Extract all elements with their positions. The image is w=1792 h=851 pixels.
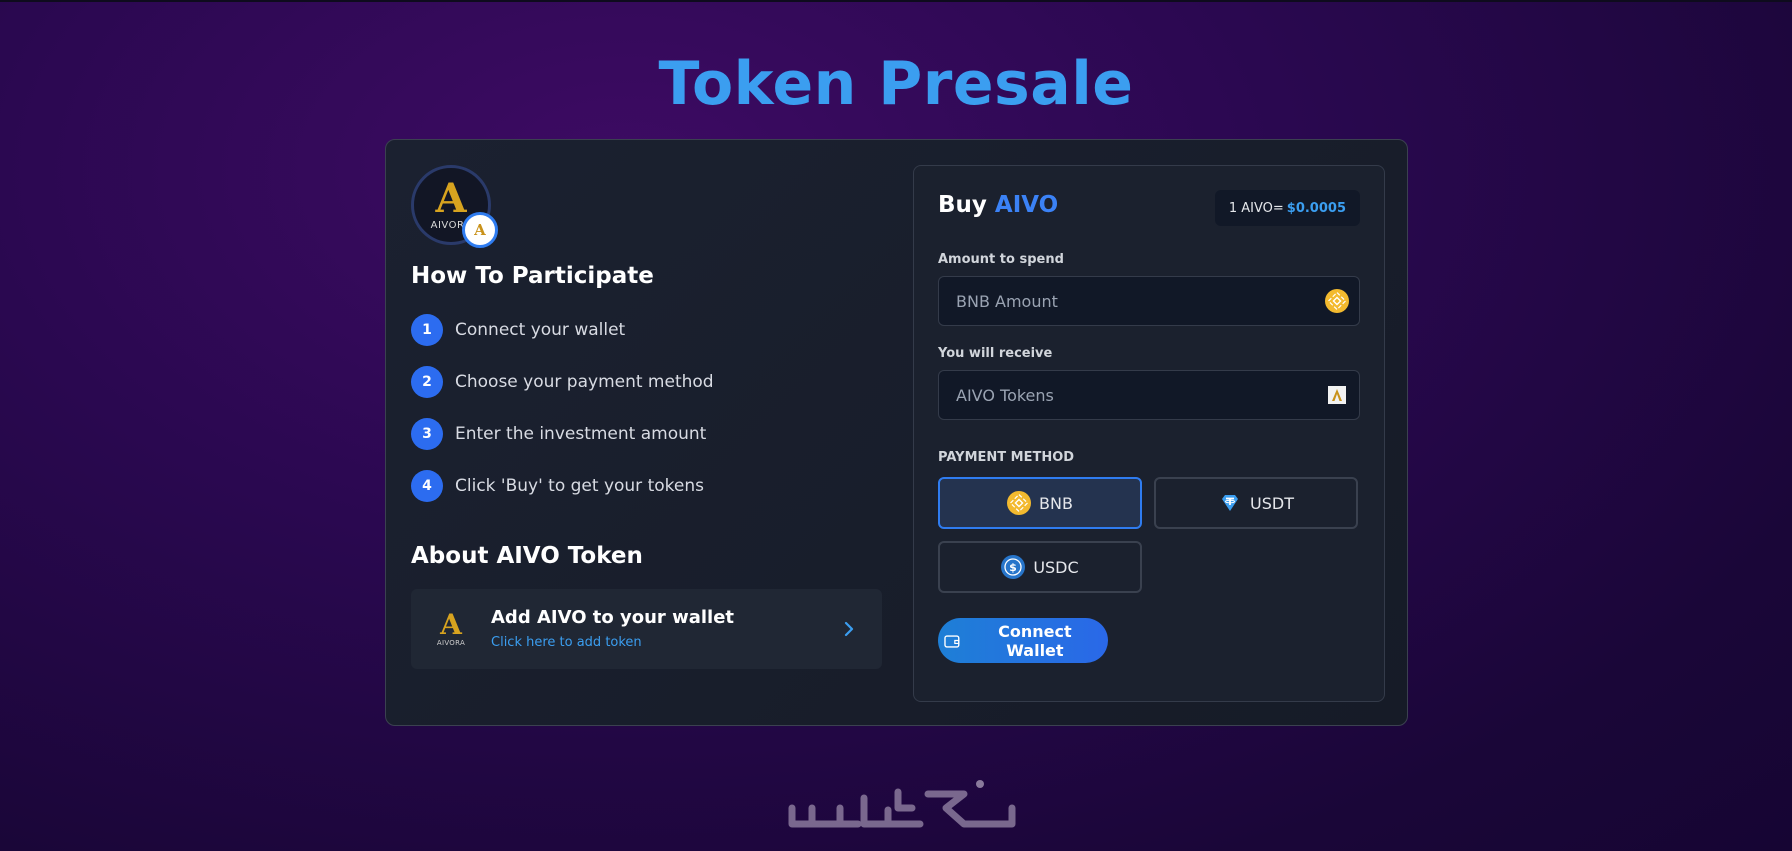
how-to-participate-title: How To Participate bbox=[411, 263, 654, 289]
aivo-badge-icon: A bbox=[462, 212, 498, 248]
amount-label: Amount to spend bbox=[938, 252, 1064, 267]
site-logo-watermark bbox=[788, 780, 1016, 828]
add-token-subtitle[interactable]: Click here to add token bbox=[491, 635, 642, 650]
chevron-right-icon bbox=[844, 621, 854, 637]
amount-input[interactable] bbox=[939, 277, 1343, 325]
buy-title: Buy AIVO bbox=[938, 192, 1058, 218]
payment-method-label: PAYMENT METHOD bbox=[938, 450, 1075, 465]
receive-input[interactable] bbox=[939, 371, 1343, 419]
payment-usdc-label: USDC bbox=[1033, 557, 1079, 577]
step-number: 2 bbox=[411, 366, 443, 398]
amount-field bbox=[938, 276, 1360, 326]
presale-card: A AIVORA A How To Participate 1 Connect … bbox=[385, 139, 1408, 726]
step-text: Click 'Buy' to get your tokens bbox=[455, 476, 704, 496]
bnb-icon bbox=[1325, 289, 1349, 313]
step-text: Connect your wallet bbox=[455, 320, 626, 340]
top-border bbox=[0, 0, 1792, 2]
payment-bnb-label: BNB bbox=[1039, 493, 1073, 513]
receive-field bbox=[938, 370, 1360, 420]
connect-wallet-label: Connect Wallet bbox=[998, 621, 1072, 660]
buy-title-token: AIVO bbox=[994, 192, 1059, 218]
step-number: 1 bbox=[411, 314, 443, 346]
payment-usdc-button[interactable]: $ USDC bbox=[938, 541, 1142, 593]
step-item: 2 Choose your payment method bbox=[411, 366, 714, 398]
step-item: 4 Click 'Buy' to get your tokens bbox=[411, 470, 714, 502]
step-item: 1 Connect your wallet bbox=[411, 314, 714, 346]
svg-text:$: $ bbox=[1009, 561, 1017, 574]
aivora-logo-icon: A AIVORA bbox=[436, 608, 466, 648]
aivora-mark-icon: A bbox=[435, 175, 467, 222]
add-token-logo-wordmark: AIVORA bbox=[436, 639, 466, 647]
price-label: 1 AIVO= bbox=[1228, 200, 1284, 216]
price-badge: 1 AIVO= $0.0005 bbox=[1214, 190, 1360, 226]
bnb-icon bbox=[1007, 491, 1032, 515]
step-text: Choose your payment method bbox=[455, 372, 714, 392]
step-number: 3 bbox=[411, 418, 443, 450]
payment-usdt-button[interactable]: USDT bbox=[1154, 477, 1358, 529]
add-token-to-wallet-button[interactable]: A AIVORA Add AIVO to your wallet Click h… bbox=[411, 589, 882, 669]
steps-list: 1 Connect your wallet 2 Choose your paym… bbox=[411, 314, 714, 522]
payment-usdt-label: USDT bbox=[1250, 493, 1294, 513]
page-title: Token Presale bbox=[658, 49, 1134, 119]
connect-wallet-button[interactable]: Connect Wallet bbox=[938, 618, 1108, 663]
add-token-title: Add AIVO to your wallet bbox=[491, 607, 734, 628]
price-value: $0.0005 bbox=[1286, 200, 1346, 216]
buy-panel: Buy AIVO 1 AIVO= $0.0005 Amount to spend… bbox=[913, 165, 1385, 702]
aivo-token-icon bbox=[1328, 386, 1346, 404]
wallet-icon bbox=[944, 634, 960, 648]
usdc-icon: $ bbox=[1001, 555, 1026, 579]
payment-bnb-button[interactable]: BNB bbox=[938, 477, 1142, 529]
step-text: Enter the investment amount bbox=[455, 424, 707, 444]
buy-title-prefix: Buy bbox=[938, 192, 987, 218]
receive-label: You will receive bbox=[938, 346, 1053, 361]
aivora-logo: A AIVORA A bbox=[411, 165, 498, 248]
usdt-icon bbox=[1222, 495, 1239, 511]
about-token-title: About AIVO Token bbox=[411, 543, 643, 569]
step-item: 3 Enter the investment amount bbox=[411, 418, 714, 450]
step-number: 4 bbox=[411, 470, 443, 502]
